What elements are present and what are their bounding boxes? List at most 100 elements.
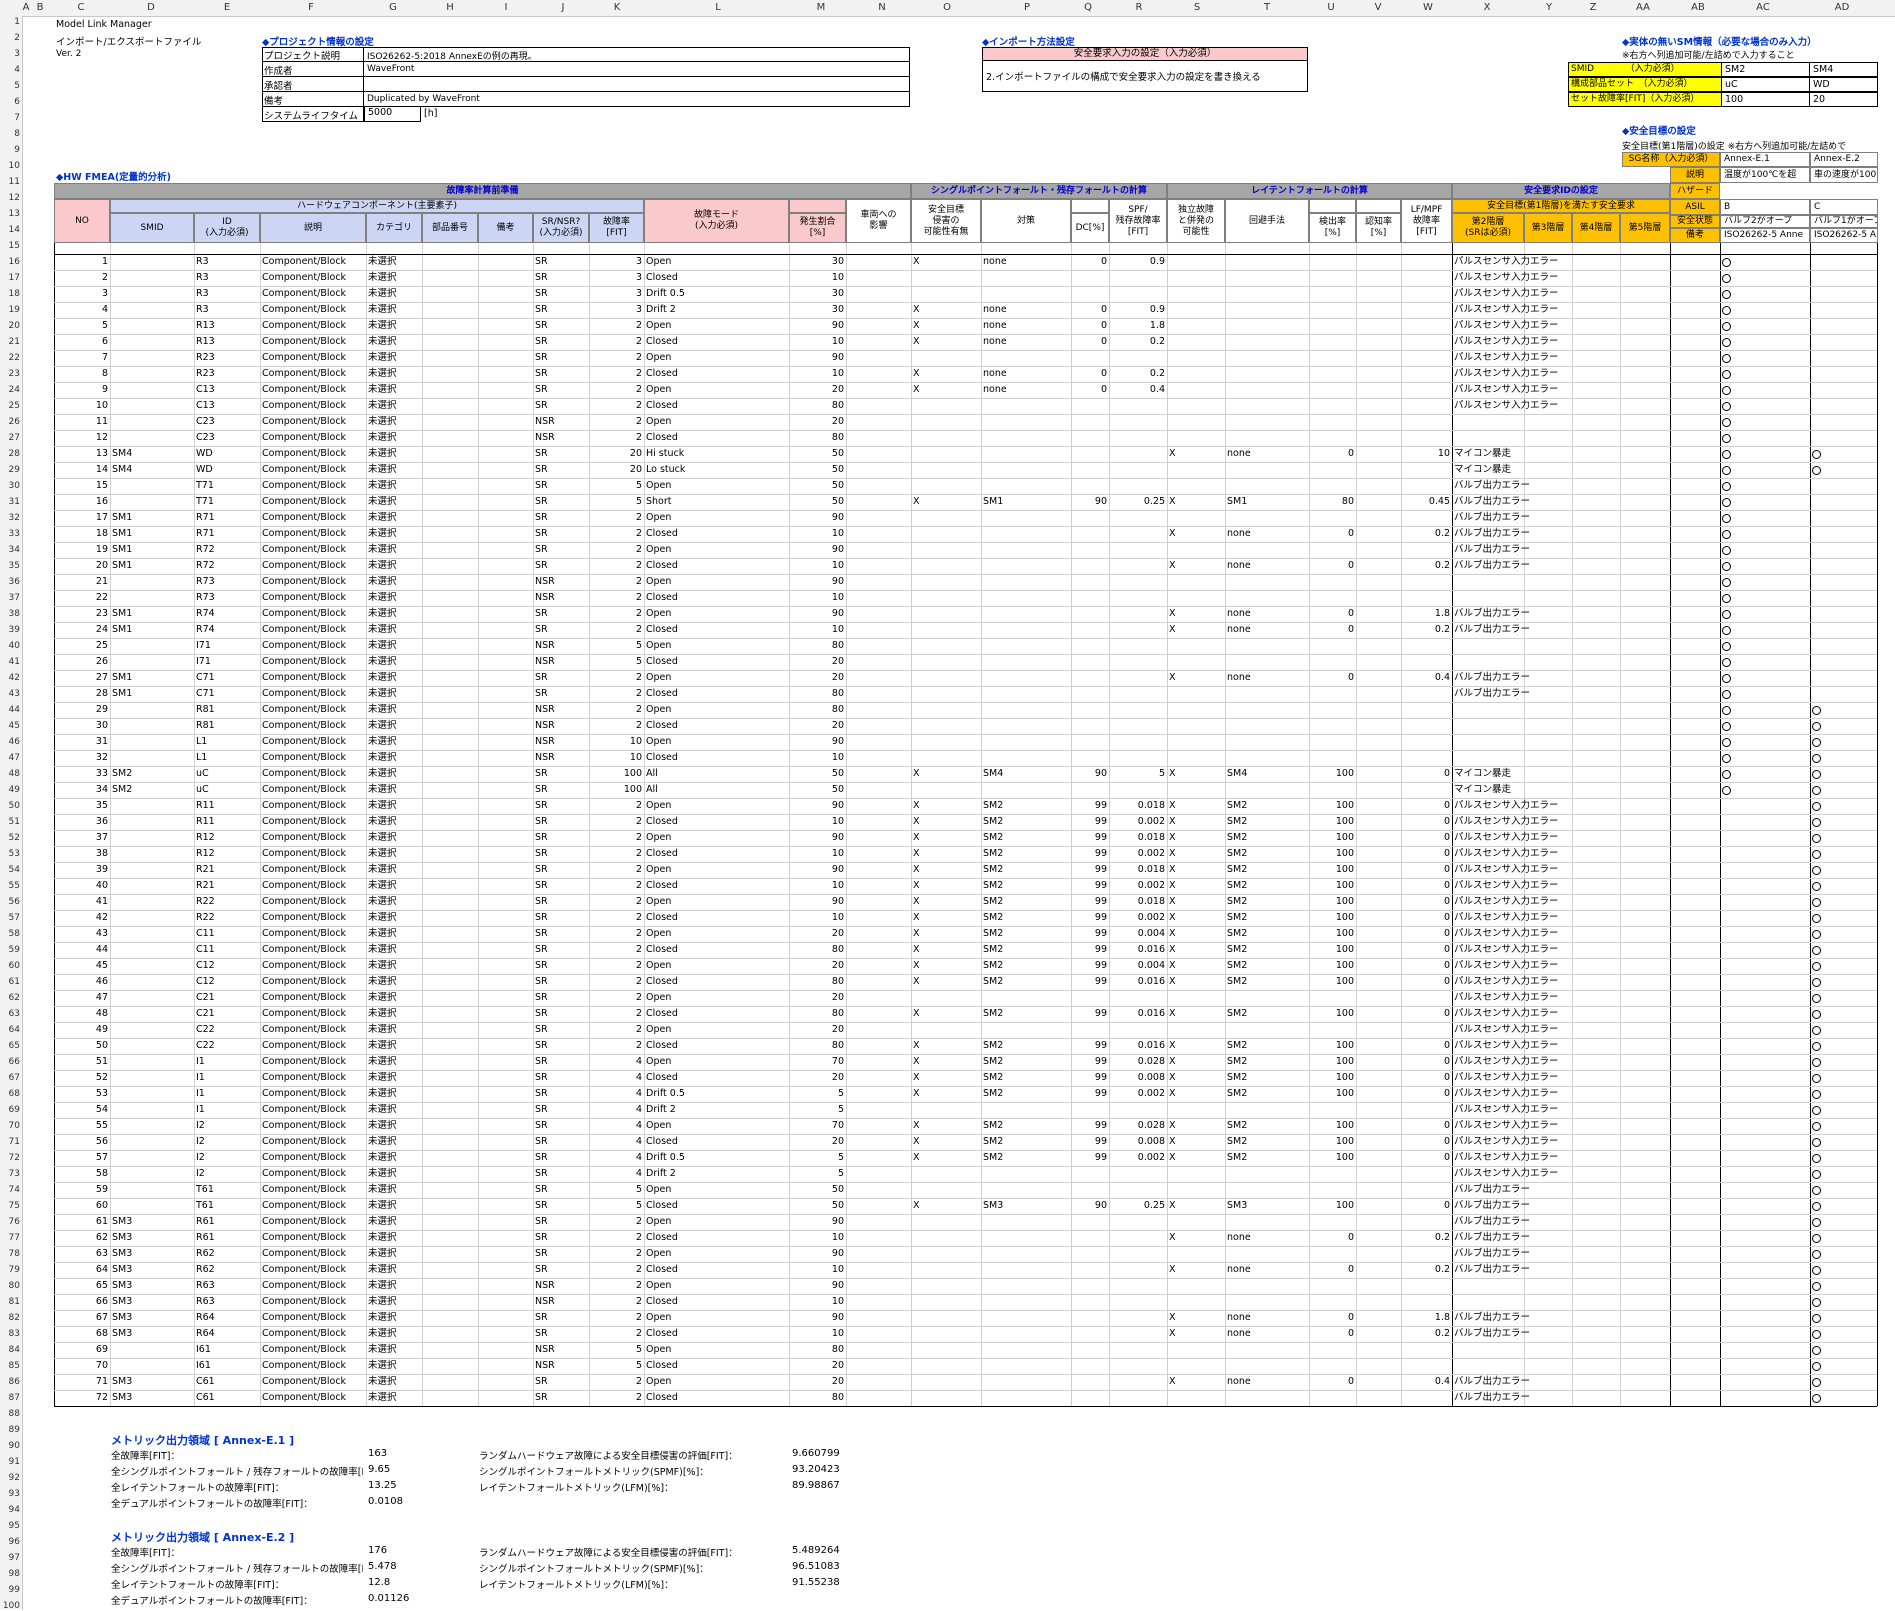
cell-note[interactable]	[478, 414, 533, 430]
cell-spfr[interactable]	[1109, 606, 1167, 622]
cell-det[interactable]	[1309, 1182, 1356, 1198]
cell-mode[interactable]: Open	[644, 382, 789, 398]
row-number[interactable]: 85	[0, 1361, 20, 1371]
cell-avoid[interactable]: none	[1225, 670, 1309, 686]
col-letter[interactable]: F	[308, 2, 314, 13]
cell-det[interactable]: 100	[1309, 1198, 1356, 1214]
cell-sr-id[interactable]: バルブ出力エラー	[1452, 1326, 1620, 1342]
cell-veh[interactable]	[846, 350, 911, 366]
cell-note[interactable]	[478, 1374, 533, 1390]
cell-part[interactable]	[422, 974, 478, 990]
cell-lfr[interactable]	[1401, 638, 1452, 654]
cell-sg1[interactable]	[1720, 1310, 1810, 1326]
cell-fit[interactable]: 5	[589, 1342, 644, 1358]
cell-meas[interactable]	[981, 718, 1071, 734]
cell-sr-id[interactable]: パルスセンサ入力エラー	[1452, 862, 1620, 878]
cell-smid[interactable]	[110, 830, 194, 846]
cell-ratio[interactable]: 90	[789, 574, 846, 590]
cell-veh[interactable]	[846, 798, 911, 814]
project-row-value[interactable]: Duplicated by WaveFront	[367, 94, 480, 104]
cell-dc[interactable]	[1071, 622, 1109, 638]
cell-veh[interactable]	[846, 846, 911, 862]
cell-id[interactable]: T61	[194, 1198, 260, 1214]
cell-desc[interactable]: Component/Block	[260, 606, 366, 622]
cell-fit[interactable]: 2	[589, 558, 644, 574]
cell-viol[interactable]	[911, 510, 981, 526]
cell-aware[interactable]	[1356, 862, 1401, 878]
cell-cat[interactable]: 未選択	[366, 542, 422, 558]
sm-value-1[interactable]: SM2	[1722, 62, 1810, 77]
cell-no[interactable]: 70	[54, 1358, 110, 1374]
cell-mode[interactable]: Hi stuck	[644, 446, 789, 462]
cell-fit[interactable]: 2	[589, 1278, 644, 1294]
cell-det[interactable]: 100	[1309, 958, 1356, 974]
cell-smid[interactable]: SM1	[110, 526, 194, 542]
cell-cat[interactable]: 未選択	[366, 350, 422, 366]
cell-lfr[interactable]: 0.4	[1401, 1374, 1452, 1390]
cell-ratio[interactable]: 5	[789, 1086, 846, 1102]
cell-lfr[interactable]: 0.2	[1401, 558, 1452, 574]
cell-sr[interactable]: NSR	[533, 702, 589, 718]
cell-spfr[interactable]	[1109, 1214, 1167, 1230]
cell-note[interactable]	[478, 1262, 533, 1278]
cell-sg2[interactable]	[1810, 1390, 1878, 1406]
cell-sr[interactable]: SR	[533, 1390, 589, 1406]
cell-note[interactable]	[478, 494, 533, 510]
cell-spfr[interactable]: 0.018	[1109, 798, 1167, 814]
cell-mode[interactable]: Open	[644, 1182, 789, 1198]
cell-mode[interactable]: Open	[644, 702, 789, 718]
cell-sg2[interactable]	[1810, 462, 1878, 478]
cell-sr-id[interactable]: バルブ出力エラー	[1452, 494, 1620, 510]
cell-sg1[interactable]	[1720, 478, 1810, 494]
cell-aware[interactable]	[1356, 1166, 1401, 1182]
cell-det[interactable]: 100	[1309, 1086, 1356, 1102]
cell-sg1[interactable]	[1720, 1038, 1810, 1054]
cell-mode[interactable]: Closed	[644, 1070, 789, 1086]
cell-no[interactable]: 46	[54, 974, 110, 990]
cell-ind[interactable]	[1167, 478, 1225, 494]
cell-dc[interactable]: 99	[1071, 878, 1109, 894]
cell-cat[interactable]: 未選択	[366, 414, 422, 430]
cell-avoid[interactable]	[1225, 750, 1309, 766]
cell-avoid[interactable]: SM2	[1225, 942, 1309, 958]
cell-desc[interactable]: Component/Block	[260, 638, 366, 654]
cell-desc[interactable]: Component/Block	[260, 750, 366, 766]
cell-desc[interactable]: Component/Block	[260, 478, 366, 494]
cell-fit[interactable]: 2	[589, 622, 644, 638]
cell-cat[interactable]: 未選択	[366, 1214, 422, 1230]
cell-id[interactable]: R3	[194, 286, 260, 302]
cell-no[interactable]: 64	[54, 1262, 110, 1278]
cell-veh[interactable]	[846, 974, 911, 990]
row-number[interactable]: 40	[0, 641, 20, 651]
cell-desc[interactable]: Component/Block	[260, 670, 366, 686]
cell-note[interactable]	[478, 606, 533, 622]
cell-ratio[interactable]: 80	[789, 702, 846, 718]
cell-ind[interactable]: X	[1167, 1198, 1225, 1214]
cell-mode[interactable]: Open	[644, 1214, 789, 1230]
cell-note[interactable]	[478, 398, 533, 414]
cell-cat[interactable]: 未選択	[366, 926, 422, 942]
cell-dc[interactable]	[1071, 1310, 1109, 1326]
cell-dc[interactable]: 0	[1071, 366, 1109, 382]
cell-lfr[interactable]: 0	[1401, 814, 1452, 830]
row-number[interactable]: 68	[0, 1089, 20, 1099]
cell-dc[interactable]: 0	[1071, 334, 1109, 350]
cell-viol[interactable]	[911, 1374, 981, 1390]
cell-fit[interactable]: 4	[589, 1070, 644, 1086]
cell-smid[interactable]	[110, 414, 194, 430]
project-row-value[interactable]: WaveFront	[367, 64, 414, 74]
cell-cat[interactable]: 未選択	[366, 382, 422, 398]
cell-aware[interactable]	[1356, 1374, 1401, 1390]
cell-desc[interactable]: Component/Block	[260, 1390, 366, 1406]
row-number[interactable]: 22	[0, 353, 20, 363]
cell-veh[interactable]	[846, 830, 911, 846]
cell-id[interactable]: R72	[194, 558, 260, 574]
cell-note[interactable]	[478, 510, 533, 526]
row-number[interactable]: 98	[0, 1569, 20, 1579]
cell-part[interactable]	[422, 590, 478, 606]
cell-part[interactable]	[422, 622, 478, 638]
cell-sg1[interactable]	[1720, 846, 1810, 862]
row-number[interactable]: 6	[0, 97, 20, 107]
cell-desc[interactable]: Component/Block	[260, 430, 366, 446]
cell-id[interactable]: WD	[194, 462, 260, 478]
